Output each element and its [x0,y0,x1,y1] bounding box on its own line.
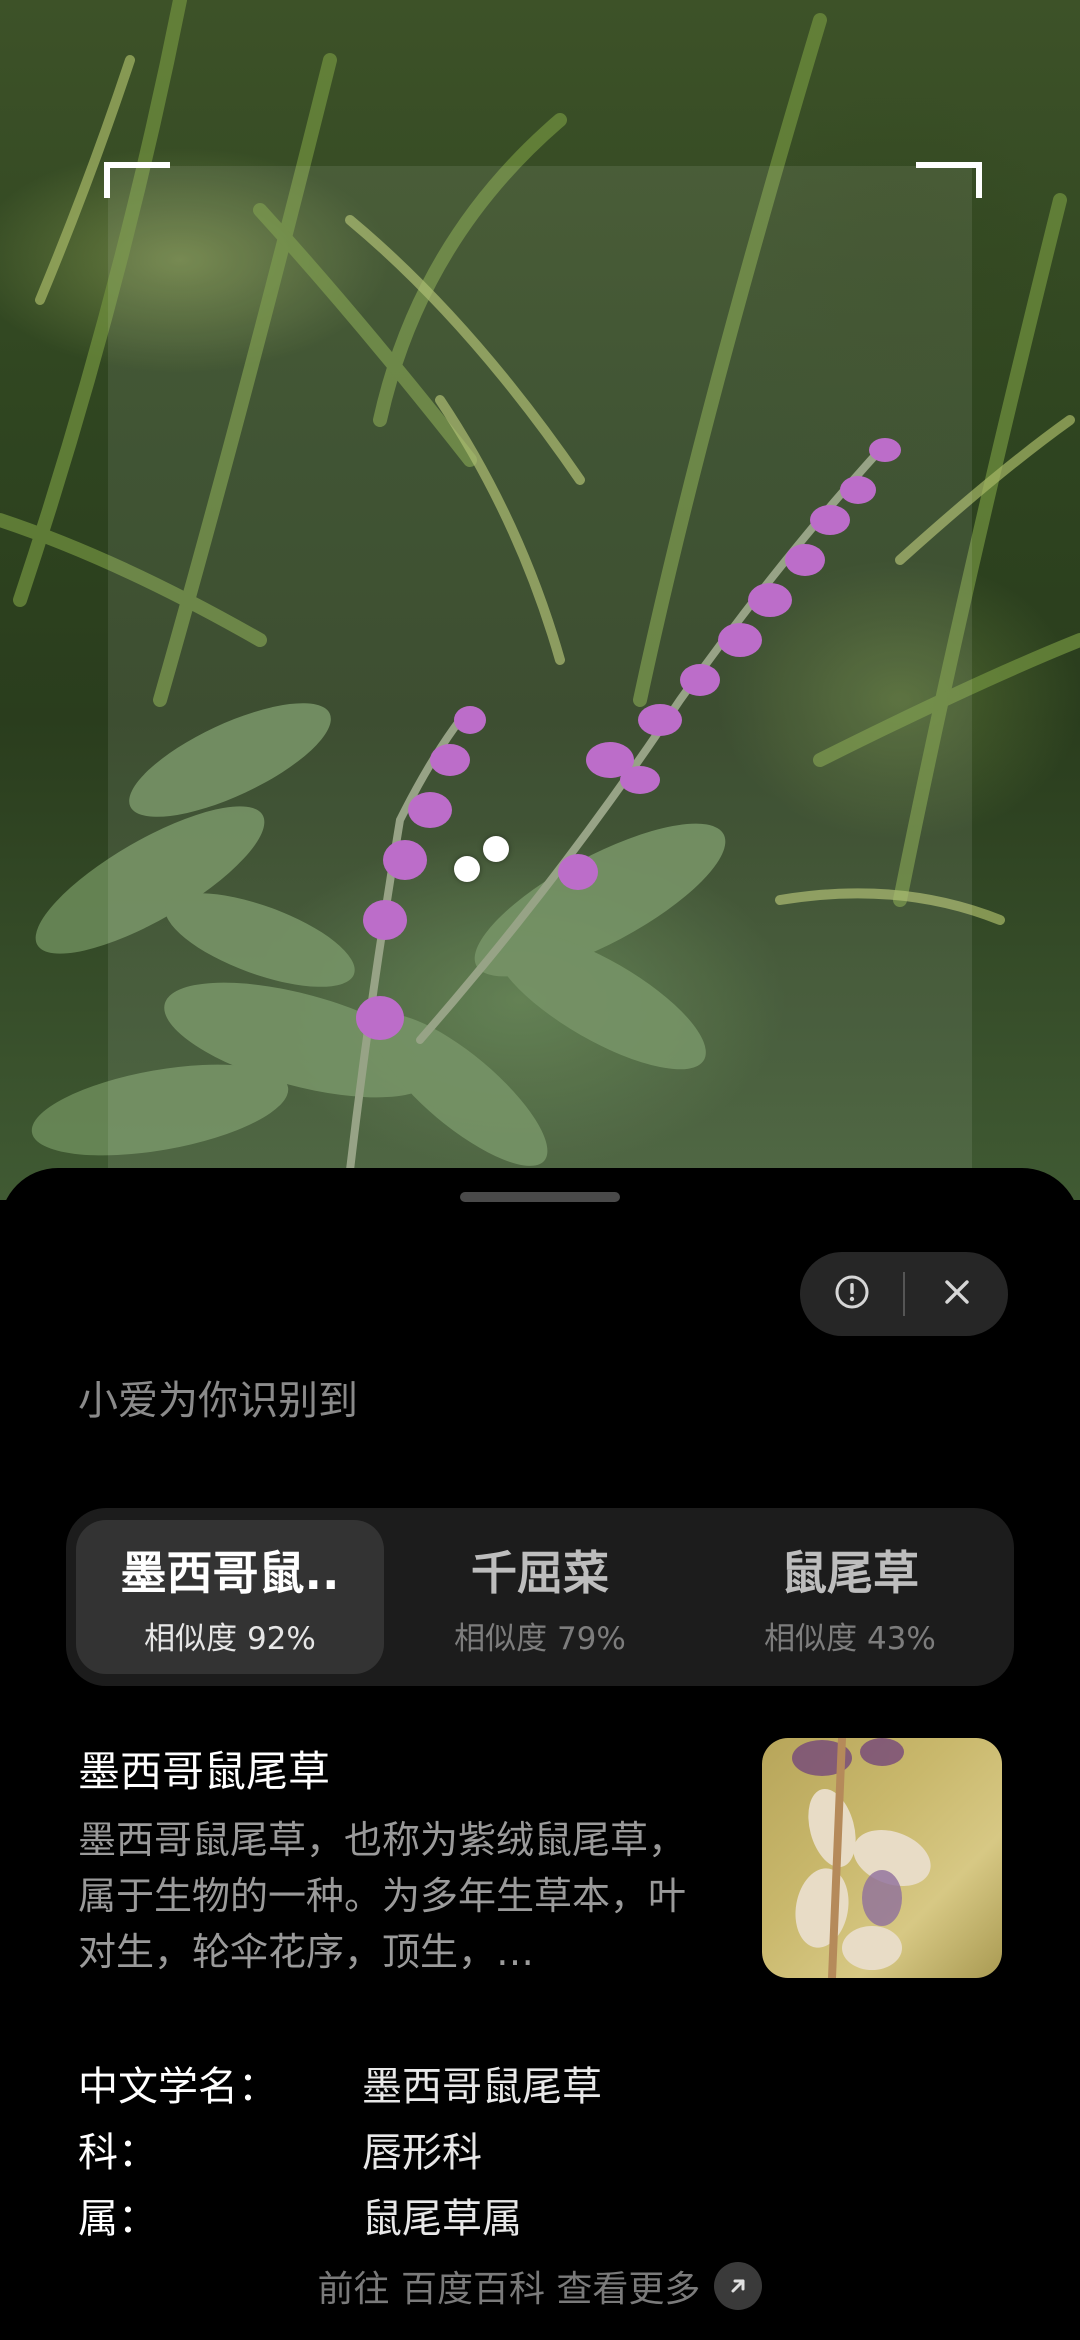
candidate-tab-1[interactable]: 墨西哥鼠.. 相似度 92% [76,1520,384,1674]
scan-corner-top-right [916,162,982,198]
species-title: 墨西哥鼠尾草 [78,1747,331,1796]
candidate-similarity: 相似度 92% [144,1620,316,1657]
candidate-selector: 墨西哥鼠.. 相似度 92% 千屈菜 相似度 79% 鼠尾草 相似度 43% [66,1508,1014,1686]
species-description[interactable]: 墨西哥鼠尾草，也称为紫绒鼠尾草，属于生物的一种。为多年生草本，叶对生，轮伞花序，… [78,1812,704,1980]
focus-point[interactable] [483,836,509,862]
info-label: 中文学名： [78,2064,278,2110]
candidate-similarity: 相似度 43% [764,1620,936,1657]
info-label: 属： [78,2196,158,2242]
candidate-similarity: 相似度 79% [454,1620,626,1657]
candidate-name: 千屈菜 [471,1545,609,1600]
more-link-label: 前往 百度百科 查看更多 [317,2269,701,2310]
baike-more-link[interactable]: 前往 百度百科 查看更多 [0,2260,1080,2312]
scan-corner-top-left [104,162,170,198]
action-pill [800,1252,1008,1336]
exclamation-circle-icon [833,1273,871,1315]
info-row-family: 科： 唇形科 [78,2120,482,2178]
candidate-tab-3[interactable]: 鼠尾草 相似度 43% [696,1520,1004,1674]
focus-point[interactable] [454,856,480,882]
info-value: 鼠尾草属 [362,2196,522,2242]
species-thumbnail[interactable] [762,1738,1002,1978]
info-row-genus: 属： 鼠尾草属 [78,2186,522,2244]
camera-viewfinder[interactable] [0,0,1080,1200]
sheet-drag-handle[interactable] [460,1192,620,1202]
info-row-chinese-name: 中文学名： 墨西哥鼠尾草 [78,2054,602,2112]
recognized-heading: 小爱为你识别到 [78,1378,358,1424]
result-sheet: 小爱为你识别到 墨西哥鼠.. 相似度 92% 千屈菜 相似度 79% 鼠尾草 相… [0,1168,1080,2340]
info-label: 科： [78,2130,158,2176]
report-button[interactable] [800,1252,903,1336]
candidate-name: 墨西哥鼠.. [120,1545,340,1600]
info-value: 唇形科 [362,2130,482,2176]
close-button[interactable] [905,1252,1008,1336]
info-value: 墨西哥鼠尾草 [362,2064,602,2110]
candidate-tab-2[interactable]: 千屈菜 相似度 79% [386,1520,694,1674]
close-icon [942,1277,972,1311]
scan-area [108,166,972,1200]
arrow-up-right-icon [714,2262,763,2310]
candidate-name: 鼠尾草 [781,1545,919,1600]
